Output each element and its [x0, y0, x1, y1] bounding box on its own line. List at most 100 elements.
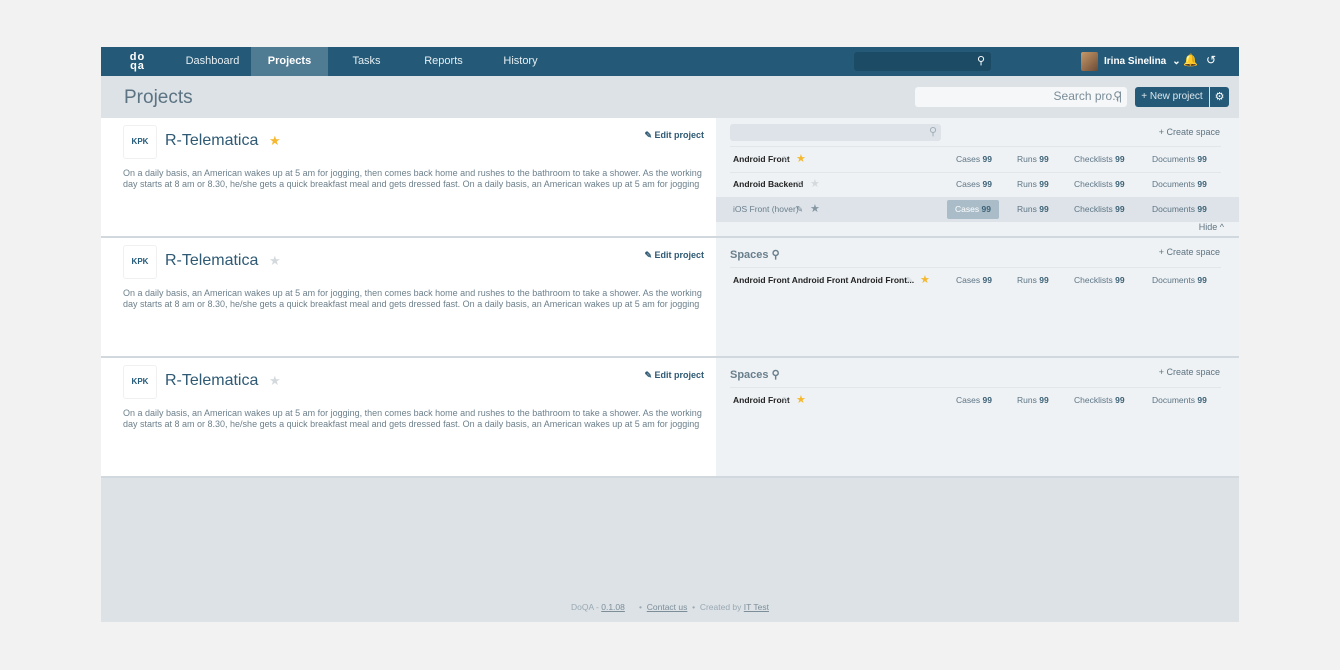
checklists-link[interactable]: Checklists 99: [1074, 268, 1125, 293]
settings-gear-button[interactable]: ⚙: [1210, 87, 1229, 107]
space-name[interactable]: Android Front Android Front Android Fron…: [733, 268, 914, 293]
project-name[interactable]: R-Telematica: [165, 132, 258, 150]
edit-icon[interactable]: ✎: [782, 388, 789, 413]
space-name[interactable]: Android Backend: [733, 172, 803, 197]
project-name[interactable]: R-Telematica: [165, 252, 258, 270]
project-logo: KPK: [123, 125, 157, 159]
cases-link[interactable]: Cases 99: [956, 388, 992, 413]
documents-link[interactable]: Documents 99: [1152, 197, 1207, 222]
footer: DoQA - 0.1.08 • Contact us • Created by …: [570, 602, 769, 612]
spaces-title: Spaces: [730, 249, 769, 261]
checklists-link[interactable]: Checklists 99: [1074, 147, 1125, 172]
nav-tab-dashboard[interactable]: Dashboard: [174, 47, 251, 76]
project-name[interactable]: R-Telematica: [165, 372, 258, 390]
runs-label: Runs: [1017, 275, 1037, 285]
documents-count: 99: [1197, 204, 1207, 214]
search-icon: ⚲: [1113, 89, 1122, 103]
spaces-panel: ⚲ + Create space Android Front ✎ ★ Cases 99 Ru…: [716, 118, 1239, 236]
runs-link[interactable]: Runs 99: [1017, 197, 1049, 222]
space-search-input[interactable]: ⚲: [730, 124, 941, 141]
runs-link[interactable]: Runs 99: [1017, 147, 1049, 172]
create-space-button[interactable]: + Create space: [1159, 247, 1220, 257]
cases-label: Cases: [956, 395, 981, 405]
space-row[interactable]: iOS Front (hover) ✎ ★ Cases 99 Runs 99 Checkl…: [716, 197, 1239, 222]
cases-link[interactable]: Cases 99: [956, 268, 992, 293]
hide-spaces-button[interactable]: Hide ^: [1199, 222, 1224, 232]
documents-count: 99: [1197, 275, 1207, 285]
star-icon[interactable]: ★: [920, 268, 930, 293]
documents-link[interactable]: Documents 99: [1152, 172, 1207, 197]
nav-tab-projects[interactable]: Projects: [251, 47, 328, 76]
documents-link[interactable]: Documents 99: [1152, 268, 1207, 293]
project-card: KPK R-Telematica ★ ✎ Edit project On a daily…: [101, 238, 1239, 358]
star-icon[interactable]: ★: [269, 253, 281, 269]
version-link[interactable]: 0.1.08: [601, 602, 625, 612]
star-icon[interactable]: ★: [810, 172, 820, 197]
space-row[interactable]: Android Front ✎ ★ Cases 99 Runs 99 Checklists…: [716, 147, 1239, 172]
runs-link[interactable]: Runs 99: [1017, 388, 1049, 413]
edit-icon[interactable]: ✎: [782, 147, 789, 172]
user-menu[interactable]: Irina Sinelina ⌄: [1081, 52, 1181, 71]
created-by-label: Created by: [699, 602, 742, 612]
create-space-button[interactable]: + Create space: [1159, 367, 1220, 377]
project-search-input[interactable]: Search pro..| ⚲: [915, 87, 1127, 107]
runs-label: Runs: [1017, 395, 1037, 405]
documents-label: Documents: [1152, 154, 1195, 164]
documents-label: Documents: [1152, 275, 1195, 285]
checklists-label: Checklists: [1074, 204, 1113, 214]
star-icon[interactable]: ★: [796, 147, 806, 172]
checklists-link[interactable]: Checklists 99: [1074, 172, 1125, 197]
global-search-input[interactable]: ⚲: [854, 52, 991, 71]
edit-icon[interactable]: ✎: [906, 268, 913, 293]
app: do qa Dashboard Projects Tasks Reports Histor…: [101, 47, 1239, 622]
documents-link[interactable]: Documents 99: [1152, 147, 1207, 172]
checklists-link[interactable]: Checklists 99: [1074, 388, 1125, 413]
cases-label: Cases: [956, 179, 981, 189]
chevron-down-icon: ⌄: [1172, 56, 1181, 67]
edit-icon: ✎: [644, 130, 655, 140]
space-row[interactable]: Android Backend ✎ ★ Cases 99 Runs 99 Checklis…: [716, 172, 1239, 197]
contact-link[interactable]: Contact us: [647, 602, 688, 612]
nav-tab-reports[interactable]: Reports: [405, 47, 482, 76]
runs-link[interactable]: Runs 99: [1017, 268, 1049, 293]
cases-label: Cases: [955, 204, 980, 214]
cases-link[interactable]: Cases 99: [956, 147, 992, 172]
cases-link[interactable]: Cases 99: [956, 172, 992, 197]
documents-link[interactable]: Documents 99: [1152, 388, 1207, 413]
checklists-count: 99: [1115, 154, 1125, 164]
star-icon[interactable]: ★: [796, 388, 806, 413]
bell-icon[interactable]: 🔔: [1183, 53, 1198, 67]
star-icon[interactable]: ★: [269, 133, 281, 149]
search-icon: ⚲: [928, 126, 937, 138]
doqa-logo[interactable]: do qa: [101, 51, 174, 71]
nav-tab-tasks[interactable]: Tasks: [328, 47, 405, 76]
project-info: KPK R-Telematica ★ ✎ Edit project On a daily…: [101, 238, 716, 356]
project-card: KPK R-Telematica ★ ✎ Edit project On a daily…: [101, 358, 1239, 478]
cases-label: Cases: [956, 275, 981, 285]
company-link[interactable]: IT Test: [744, 602, 769, 612]
new-project-button[interactable]: + New project: [1135, 87, 1209, 107]
space-name[interactable]: iOS Front (hover): [733, 197, 799, 222]
spaces-label: Spaces ⚲: [730, 368, 780, 381]
edit-project-button[interactable]: ✎ Edit project: [644, 370, 704, 381]
space-row[interactable]: Android Front Android Front Android Fron…: [716, 268, 1239, 293]
cases-link[interactable]: Cases 99: [947, 200, 999, 219]
history-icon[interactable]: ↺: [1206, 53, 1216, 67]
cases-count: 99: [981, 204, 991, 214]
star-icon[interactable]: ★: [269, 373, 281, 389]
runs-count: 99: [1039, 179, 1049, 189]
runs-link[interactable]: Runs 99: [1017, 172, 1049, 197]
edit-project-button[interactable]: ✎ Edit project: [644, 250, 704, 261]
edit-project-button[interactable]: ✎ Edit project: [644, 130, 704, 141]
search-icon[interactable]: ⚲: [769, 249, 780, 261]
nav-tab-history[interactable]: History: [482, 47, 559, 76]
create-space-button[interactable]: + Create space: [1159, 127, 1220, 137]
checklists-link[interactable]: Checklists 99: [1074, 197, 1125, 222]
edit-icon[interactable]: ✎: [796, 172, 803, 197]
project-info: KPK R-Telematica ★ ✎ Edit project On a daily…: [101, 118, 716, 236]
space-row[interactable]: Android Front ✎ ★ Cases 99 Runs 99 Checklists…: [716, 388, 1239, 413]
star-icon[interactable]: ★: [810, 197, 820, 222]
search-icon[interactable]: ⚲: [769, 369, 780, 381]
edit-icon[interactable]: ✎: [796, 197, 803, 222]
cases-count: 99: [982, 154, 992, 164]
